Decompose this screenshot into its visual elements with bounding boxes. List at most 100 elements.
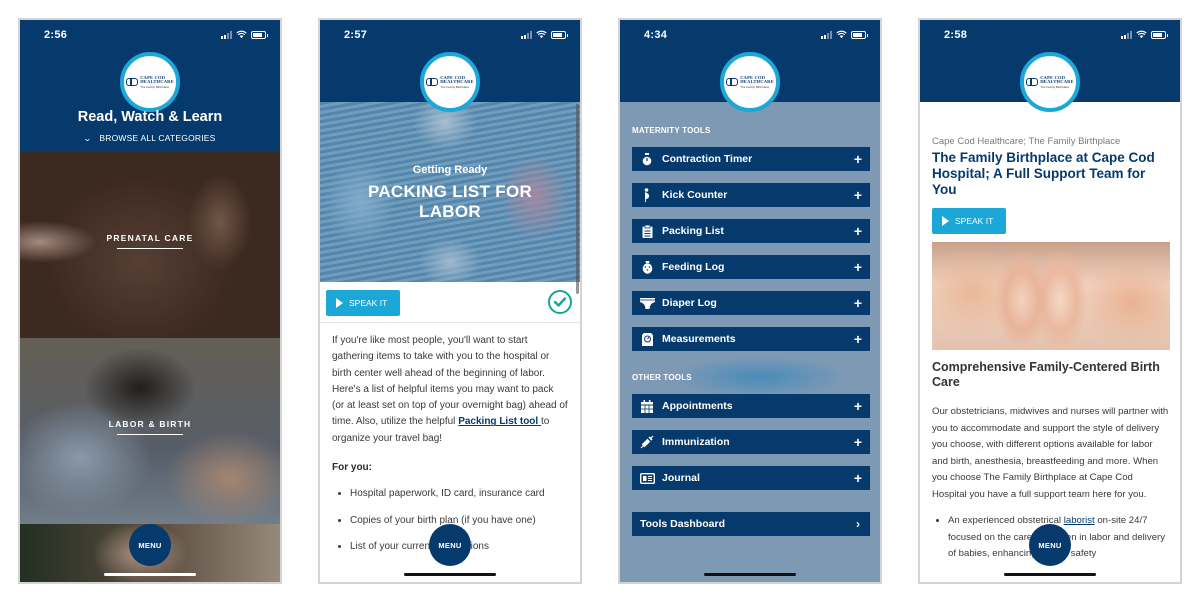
logo-line-2: HEALTHCARE — [440, 79, 474, 84]
divider — [320, 322, 580, 323]
plus-icon: + — [853, 259, 863, 275]
plus-icon: + — [853, 223, 863, 239]
status-time: 4:34 — [644, 29, 668, 41]
menu-button[interactable]: MENU — [429, 524, 471, 566]
status-time: 2:56 — [44, 29, 68, 41]
plus-icon: + — [853, 151, 863, 167]
status-time: 2:57 — [344, 29, 368, 41]
page-title: Read, Watch & Learn — [77, 109, 223, 125]
menu-button[interactable]: MENU — [1029, 524, 1071, 566]
logo-line-2: HEALTHCARE — [1040, 79, 1074, 84]
category-tile-prenatal-care[interactable]: PRENATAL CARE — [20, 152, 280, 338]
signal-icon — [221, 30, 232, 39]
brand-logo[interactable]: CAPE COD HEALTHCARE The Family Birthplac… — [420, 52, 480, 112]
logo-tagline: The Family Birthplace — [740, 84, 770, 89]
tool-immunization[interactable]: Immunization + — [632, 430, 870, 454]
logo-mark-icon — [426, 78, 439, 86]
section-heading: Comprehensive Family-Centered Birth Care — [932, 360, 1160, 389]
tool-label: Immunization — [662, 436, 730, 448]
bottle-icon — [642, 260, 652, 274]
plus-icon: + — [853, 470, 863, 486]
brand-logo[interactable]: CAPE COD HEALTHCARE The Family Birthplac… — [1020, 52, 1080, 112]
plus-icon: + — [853, 398, 863, 414]
category-underline — [117, 248, 183, 249]
home-indicator[interactable] — [104, 573, 196, 576]
tool-label: Contraction Timer — [662, 153, 753, 165]
baby-feet-image — [932, 242, 1170, 350]
home-indicator[interactable] — [1004, 573, 1096, 576]
syringe-icon — [640, 435, 654, 449]
status-time: 2:58 — [944, 29, 968, 41]
browse-label: BROWSE ALL CATEGORIES — [99, 133, 216, 143]
tool-label: Journal — [662, 472, 700, 484]
tool-label: Appointments — [662, 400, 733, 412]
speak-it-label: SPEAK IT — [955, 216, 994, 226]
tool-measurements[interactable]: Measurements + — [632, 327, 870, 351]
home-indicator[interactable] — [704, 573, 796, 576]
speak-it-button[interactable]: SPEAK IT — [932, 208, 1006, 234]
category-label: LABOR & BIRTH — [108, 419, 192, 429]
tool-diaper-log[interactable]: Diaper Log + — [632, 291, 870, 315]
wifi-icon — [1136, 30, 1147, 39]
tool-appointments[interactable]: Appointments + — [632, 394, 870, 418]
article-category: Cape Cod Healthcare; The Family Birthpla… — [932, 136, 1121, 147]
speak-it-label: SPEAK IT — [349, 298, 388, 308]
plus-icon: + — [853, 331, 863, 347]
diaper-icon — [639, 297, 655, 309]
status-bar: 4:34 — [620, 20, 880, 52]
tool-packing-list[interactable]: Packing List + — [632, 219, 870, 243]
scrollbar[interactable] — [576, 104, 579, 294]
logo-tagline: The Family Birthplace — [140, 84, 170, 89]
tool-feeding-log[interactable]: Feeding Log + — [632, 255, 870, 279]
logo-mark-icon — [126, 78, 139, 86]
status-bar: 2:58 — [920, 20, 1180, 52]
play-icon — [336, 298, 343, 308]
maternity-tools-heading: MATERNITY TOOLS — [632, 126, 711, 135]
laborist-link[interactable]: laborist — [1064, 515, 1095, 526]
wifi-icon — [536, 30, 547, 39]
calendar-icon — [641, 399, 653, 413]
tool-label: Packing List — [662, 225, 724, 237]
chevron-right-icon: › — [856, 517, 860, 531]
battery-icon — [251, 30, 268, 39]
brand-logo[interactable]: CAPE COD HEALTHCARE The Family Birthplac… — [120, 52, 180, 112]
tool-label: Diaper Log — [662, 297, 717, 309]
logo-line-2: HEALTHCARE — [140, 79, 174, 84]
play-icon — [942, 216, 949, 226]
list-item: Hospital paperwork, ID card, insurance c… — [350, 486, 568, 502]
speak-it-button[interactable]: SPEAK IT — [326, 290, 400, 316]
battery-icon — [851, 30, 868, 39]
battery-icon — [1151, 30, 1168, 39]
tool-contraction-timer[interactable]: Contraction Timer + — [632, 147, 870, 171]
signal-icon — [521, 30, 532, 39]
wifi-icon — [836, 30, 847, 39]
tool-journal[interactable]: Journal + — [632, 466, 870, 490]
clipboard-icon — [642, 224, 652, 238]
plus-icon: + — [853, 187, 863, 203]
article-title: The Family Birthplace at Cape Cod Hospit… — [932, 150, 1155, 197]
article-title: PACKING LIST FOR LABOR — [367, 182, 533, 221]
category-tile-labor-birth[interactable]: LABOR & BIRTH — [20, 338, 280, 524]
category-underline — [117, 434, 183, 435]
home-indicator[interactable] — [404, 573, 496, 576]
logo-tagline: The Family Birthplace — [1040, 84, 1070, 89]
menu-button[interactable]: MENU — [129, 524, 171, 566]
browse-categories-toggle[interactable]: ⌄ BROWSE ALL CATEGORIES — [20, 133, 280, 143]
brand-logo[interactable]: CAPE COD HEALTHCARE The Family Birthplac… — [720, 52, 780, 112]
category-label: PRENATAL CARE — [106, 233, 194, 243]
status-bar: 2:57 — [320, 20, 580, 52]
hero-image: Getting Ready PACKING LIST FOR LABOR — [320, 102, 580, 282]
signal-icon — [821, 30, 832, 39]
intro-paragraph: If you're like most people, you'll want … — [332, 335, 568, 444]
other-tools-heading: OTHER TOOLS — [632, 373, 692, 382]
logo-line-2: HEALTHCARE — [740, 79, 774, 84]
logo-mark-icon — [1026, 78, 1039, 86]
mark-complete-button[interactable] — [548, 290, 572, 314]
for-you-heading: For you: — [332, 462, 372, 474]
packing-list-tool-link[interactable]: Packing List tool — [458, 416, 541, 427]
tool-kick-counter[interactable]: Kick Counter + — [632, 183, 870, 207]
tool-label: Measurements — [662, 333, 736, 345]
pregnant-icon — [644, 188, 650, 202]
tools-dashboard-link[interactable]: Tools Dashboard › — [632, 512, 870, 536]
signal-icon — [1121, 30, 1132, 39]
